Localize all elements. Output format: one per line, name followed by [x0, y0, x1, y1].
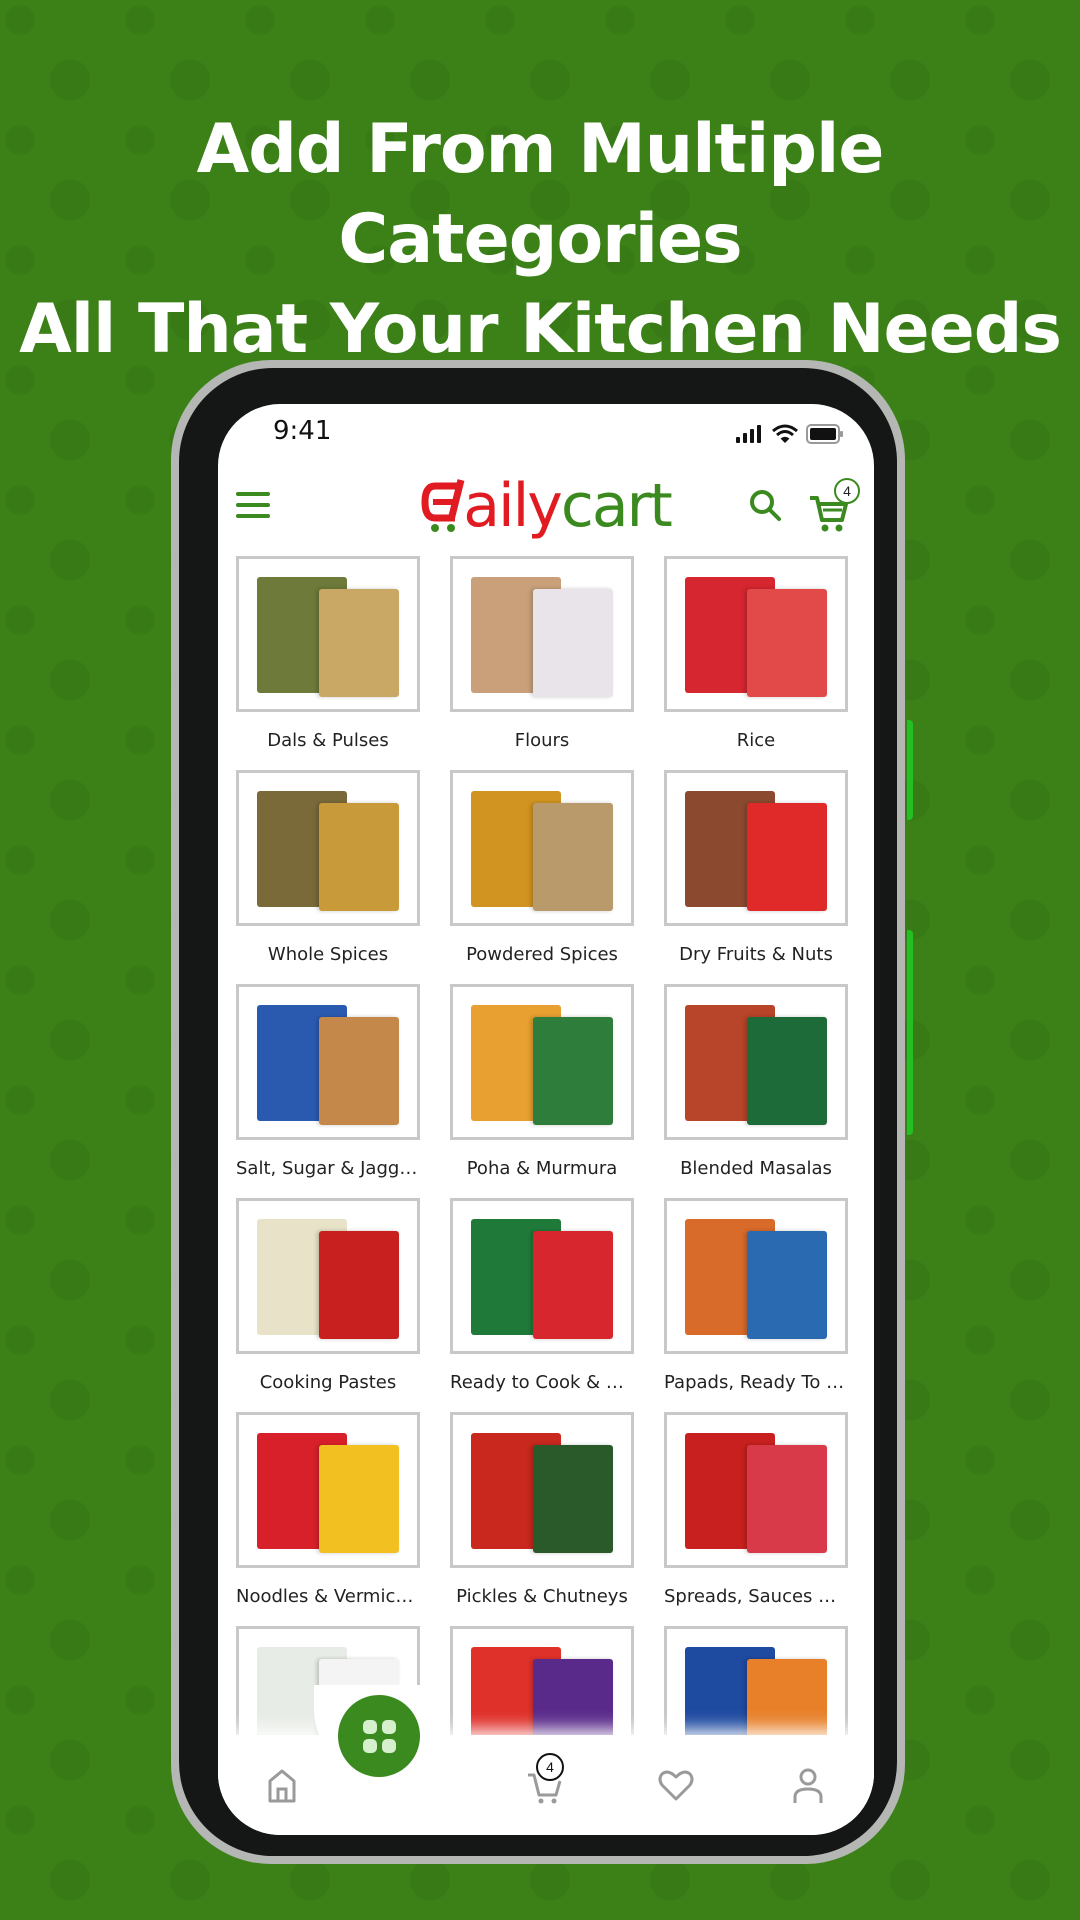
category-tile[interactable]: Cooking Pastes	[236, 1198, 420, 1412]
category-tile[interactable]: Blended Masalas	[664, 984, 848, 1198]
heart-icon	[658, 1770, 694, 1801]
product-pack	[533, 803, 613, 911]
category-label: Ready to Cook & Eat	[450, 1372, 634, 1393]
category-image	[450, 1198, 634, 1354]
category-image	[664, 1412, 848, 1568]
category-image	[450, 770, 634, 926]
category-image	[236, 984, 420, 1140]
category-tile[interactable]: Spreads, Sauces & …	[664, 1412, 848, 1626]
category-tile[interactable]: Papads, Ready To Fry	[664, 1198, 848, 1412]
category-image	[664, 556, 848, 712]
category-image	[664, 984, 848, 1140]
category-image	[236, 1412, 420, 1568]
category-tile[interactable]: Ready to Cook & Eat	[450, 1198, 634, 1412]
category-tile[interactable]: Dals & Pulses	[236, 556, 420, 770]
category-tile[interactable]: Salt, Sugar & Jaggery	[236, 984, 420, 1198]
category-image	[450, 984, 634, 1140]
product-pack	[747, 1445, 827, 1553]
nav-wishlist[interactable]	[656, 1765, 696, 1805]
phone-side-button	[907, 930, 913, 1135]
category-label: Rice	[736, 730, 776, 751]
category-image	[236, 1198, 420, 1354]
category-grid: Dals & Pulses Flours Rice Whole Spices Powde…	[236, 556, 856, 1835]
category-label: Dry Fruits & Nuts	[679, 944, 833, 965]
app-screen: 9:41 ailycart 4 Dals & Pulses Flours Ric…	[218, 404, 874, 1835]
product-pack	[533, 1231, 613, 1339]
product-pack	[533, 589, 613, 697]
category-image	[236, 770, 420, 926]
promo-headline: Add From Multiple Categories All That Yo…	[0, 105, 1080, 375]
status-bar: 9:41	[218, 404, 874, 464]
category-label: Flours	[514, 730, 570, 751]
category-tile[interactable]: Poha & Murmura	[450, 984, 634, 1198]
category-tile[interactable]: Dry Fruits & Nuts	[664, 770, 848, 984]
category-label: Papads, Ready To Fry	[664, 1372, 848, 1393]
category-image	[450, 556, 634, 712]
phone-side-button	[907, 720, 913, 820]
bottom-navigation: 4	[218, 1685, 874, 1835]
search-icon	[750, 490, 781, 521]
category-label: Spreads, Sauces & …	[664, 1586, 848, 1607]
product-pack	[747, 589, 827, 697]
phone-bezel: 9:41 ailycart 4 Dals & Pulses Flours Ric…	[179, 368, 897, 1856]
signal-icon	[736, 425, 761, 443]
product-pack	[747, 1017, 827, 1125]
category-label: Cooking Pastes	[259, 1372, 397, 1393]
category-image	[236, 556, 420, 712]
category-label: Salt, Sugar & Jaggery	[236, 1158, 420, 1179]
category-label: Pickles & Chutneys	[456, 1586, 628, 1607]
product-pack	[319, 1231, 399, 1339]
category-label: Blended Masalas	[680, 1158, 832, 1179]
grid-icon	[362, 1719, 377, 1734]
status-time: 9:41	[273, 416, 332, 446]
category-image	[450, 1412, 634, 1568]
category-label: Poha & Murmura	[466, 1158, 618, 1179]
nav-home[interactable]	[262, 1765, 302, 1805]
category-image	[664, 770, 848, 926]
product-pack	[533, 1445, 613, 1553]
categories-fab-button[interactable]	[338, 1695, 420, 1777]
cart-logo-icon	[421, 479, 465, 532]
app-header: ailycart 4	[218, 464, 874, 554]
product-pack	[319, 1445, 399, 1553]
nav-cart-badge: 4	[536, 1753, 564, 1781]
cart-count-badge: 4	[834, 478, 860, 504]
logo-text-green: cart	[560, 471, 673, 541]
category-tile[interactable]: Powdered Spices	[450, 770, 634, 984]
wifi-icon	[772, 424, 798, 443]
user-icon	[793, 1768, 823, 1803]
category-tile[interactable]: Rice	[664, 556, 848, 770]
category-label: Whole Spices	[267, 944, 389, 965]
product-pack	[533, 1017, 613, 1125]
logo-text-red: aily	[463, 471, 563, 541]
category-tile[interactable]: Flours	[450, 556, 634, 770]
search-button[interactable]	[746, 486, 786, 526]
category-label: Noodles & Vermicelli	[236, 1586, 420, 1607]
headline-line-1: Add From Multiple Categories	[196, 110, 885, 279]
category-tile[interactable]: Noodles & Vermicelli	[236, 1412, 420, 1626]
product-pack	[747, 1231, 827, 1339]
product-pack	[319, 803, 399, 911]
product-pack	[319, 589, 399, 697]
category-label: Dals & Pulses	[267, 730, 389, 751]
home-icon	[268, 1769, 296, 1803]
battery-icon	[806, 424, 843, 444]
category-tile[interactable]: Whole Spices	[236, 770, 420, 984]
category-tile[interactable]: Pickles & Chutneys	[450, 1412, 634, 1626]
phone-mockup: 9:41 ailycart 4 Dals & Pulses Flours Ric…	[171, 360, 913, 1864]
category-label: Powdered Spices	[466, 944, 618, 965]
nav-profile[interactable]	[788, 1765, 828, 1805]
nav-cart[interactable]: 4	[526, 1753, 566, 1805]
category-image	[664, 1198, 848, 1354]
product-pack	[319, 1017, 399, 1125]
product-pack	[747, 803, 827, 911]
header-cart-button[interactable]: 4	[808, 478, 860, 532]
